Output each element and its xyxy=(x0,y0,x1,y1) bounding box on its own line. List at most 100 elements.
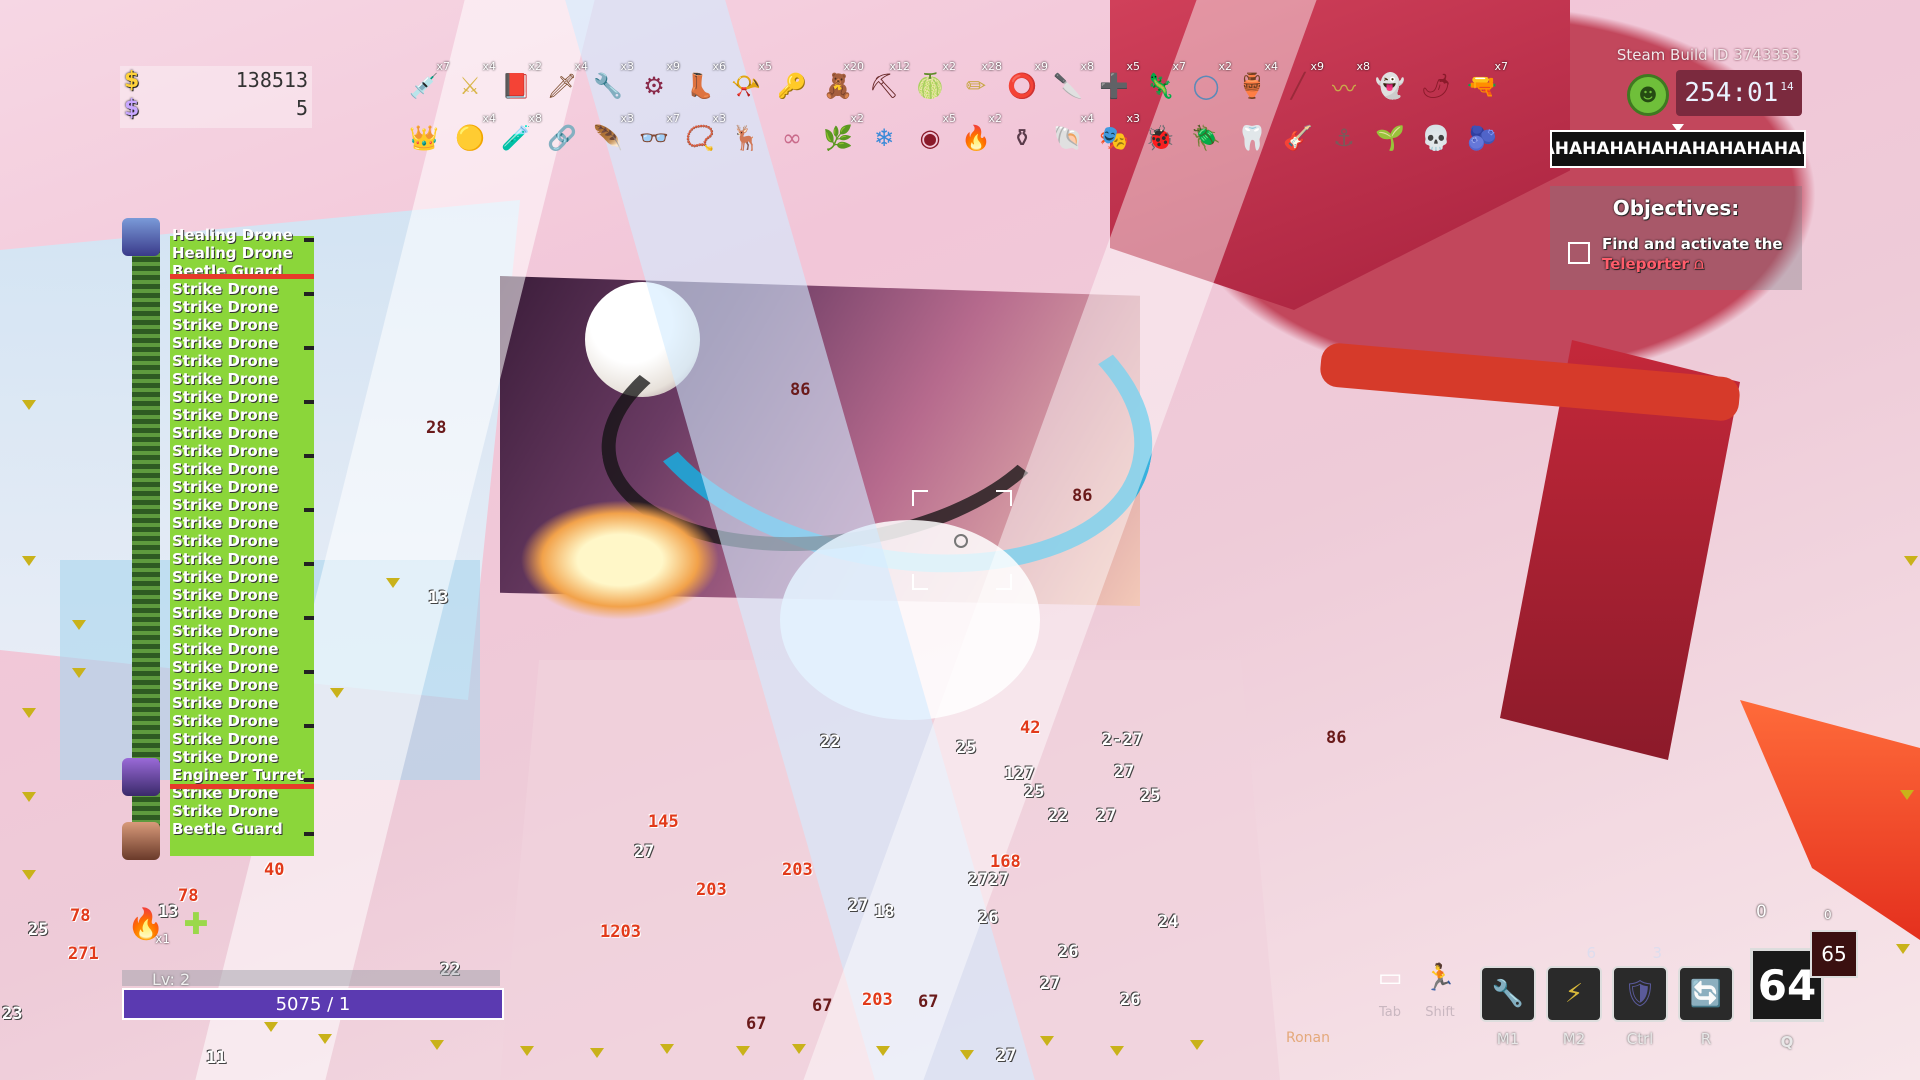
lime-icon[interactable]: 🍈 x2 xyxy=(910,60,956,106)
red-gun-icon[interactable]: 🔫 x7 xyxy=(1462,60,1508,106)
golden-arc-icon[interactable]: 〰 x8 xyxy=(1324,60,1370,106)
bug-icon[interactable]: 🐞 xyxy=(1140,118,1180,158)
ally-name: Healing Drone xyxy=(172,226,293,244)
fang-icon[interactable]: 🦷 xyxy=(1232,118,1272,158)
ally-name: Strike Drone xyxy=(172,280,279,298)
damage-number: 2-27 xyxy=(1102,730,1143,750)
item-stack-count: x2 xyxy=(528,60,542,73)
urn-icon[interactable]: ⚱ xyxy=(1002,118,1042,158)
damage-number: 27 xyxy=(634,842,655,862)
guitar-icon[interactable]: 🎸 xyxy=(1278,118,1318,158)
beetle-icon[interactable]: 🪲 xyxy=(1186,118,1226,158)
halo-icon[interactable]: ◯ x2 xyxy=(1186,60,1232,106)
red-seed-icon[interactable]: 🌶 xyxy=(1416,66,1456,106)
buff-count: x1 xyxy=(155,932,170,946)
item-stack-count: x6 xyxy=(712,60,726,73)
item-stack-count: x9 xyxy=(1034,60,1048,73)
boot-icon[interactable]: 👢 x6 xyxy=(680,60,726,106)
jar-icon[interactable]: 🏺 x4 xyxy=(1232,60,1278,106)
ally-name: Strike Drone xyxy=(172,586,279,604)
item-stack-count: x3 xyxy=(712,112,726,125)
mask-icon[interactable]: 🎭 x3 xyxy=(1094,112,1140,158)
bear-icon[interactable]: 🧸 x20 xyxy=(818,60,864,106)
engineer-turret-portrait-icon xyxy=(122,758,160,796)
item-stack-count: x7 xyxy=(1172,60,1186,73)
beetle-guard-portrait-icon xyxy=(122,822,160,860)
damage-number: 271 xyxy=(68,944,99,964)
red-beam-structure xyxy=(1318,341,1742,423)
crosshair-bracket-icon xyxy=(996,574,1012,590)
health-bar: 5075 / 1 xyxy=(122,988,504,1020)
crossed-blades-icon[interactable]: ⚔ x4 xyxy=(450,60,496,106)
plant-icon[interactable]: 🌿 x2 xyxy=(818,112,864,158)
gold-row: $ 138513 xyxy=(120,66,312,94)
ring-icon[interactable]: ⭕ x9 xyxy=(1002,60,1048,106)
chain-icon[interactable]: 🔗 xyxy=(542,118,582,158)
orange-orb-icon[interactable]: 🔥 x2 xyxy=(956,112,1002,158)
item-stack-count: x4 xyxy=(482,112,496,125)
secondary-skill-icon[interactable]: ⚡ M2 6 xyxy=(1546,944,1602,1048)
keybind-label: M2 xyxy=(1562,1030,1586,1048)
gold-orb-icon[interactable]: 🟡 x4 xyxy=(450,112,496,158)
item-stack-count: x3 xyxy=(620,112,634,125)
dark-orb-icon[interactable]: 🫐 xyxy=(1462,118,1502,158)
ally-name: Strike Drone xyxy=(172,388,279,406)
damage-number: 78 xyxy=(70,906,91,926)
crown-icon[interactable]: 👑 xyxy=(404,118,444,158)
eye-icon[interactable]: ◉ x5 xyxy=(910,112,956,158)
health-value: 5075 / 1 xyxy=(275,993,351,1015)
red-book-icon[interactable]: 📕 x2 xyxy=(496,60,542,106)
ally-name: Beetle Guard xyxy=(172,820,283,838)
wand-icon[interactable]: ✏ x28 xyxy=(956,60,1002,106)
horn-icon[interactable]: 📯 x5 xyxy=(726,60,772,106)
ally-name: Strike Drone xyxy=(172,748,279,766)
pickaxe-icon[interactable]: ⛏ x12 xyxy=(864,60,910,106)
shell-icon[interactable]: 🐚 x4 xyxy=(1048,112,1094,158)
teal-creature-icon[interactable]: 🦎 x7 xyxy=(1140,60,1186,106)
key-icon[interactable]: 🔑 xyxy=(772,66,812,106)
ally-name: Strike Drone xyxy=(172,298,279,316)
ally-name: Strike Drone xyxy=(172,334,279,352)
medkit-icon[interactable]: ➕ x5 xyxy=(1094,60,1140,106)
ping-marker-icon xyxy=(330,688,344,698)
necklace-icon[interactable]: 📿 x3 xyxy=(680,112,726,158)
damage-number: 203 xyxy=(782,860,813,880)
sprint-icon[interactable]: 🏃 Shift xyxy=(1422,960,1458,1020)
needle-icon[interactable]: ╱ x9 xyxy=(1278,60,1324,106)
antlers-icon[interactable]: 🦌 xyxy=(726,118,766,158)
objective-label: Find and activate the xyxy=(1602,235,1783,253)
scoreboard-icon[interactable]: ▭ Tab xyxy=(1372,960,1408,1020)
utility-skill-icon[interactable]: 🛡 Ctrl 3 xyxy=(1612,944,1668,1048)
plants-icon[interactable]: 🌱 xyxy=(1370,118,1410,158)
ally-name: Strike Drone xyxy=(172,550,279,568)
ally-name: Strike Drone xyxy=(172,622,279,640)
damage-number: 25 xyxy=(1024,782,1045,802)
equipment-secondary-stock: 0 xyxy=(1824,908,1832,922)
claw-icon[interactable]: ⚙ x9 xyxy=(634,60,680,106)
skill-stock: 3 xyxy=(1652,944,1662,962)
special-skill-icon[interactable]: 🔄 R xyxy=(1678,966,1734,1048)
ally-health-tick xyxy=(304,616,314,620)
hook-icon[interactable]: ⚓ xyxy=(1324,118,1364,158)
ping-marker-icon xyxy=(22,708,36,718)
primary-skill-icon[interactable]: 🔧 M1 xyxy=(1480,966,1536,1048)
ally-health-tick xyxy=(304,778,314,782)
damage-number: 1203 xyxy=(600,922,641,942)
ping-marker-icon xyxy=(318,1034,332,1044)
ping-marker-icon xyxy=(386,578,400,588)
gold-icon: $ xyxy=(124,67,140,93)
feather-icon[interactable]: 🪶 x3 xyxy=(588,112,634,158)
snowflake-icon[interactable]: ❄ xyxy=(864,118,904,158)
knife-icon[interactable]: 🔪 x8 xyxy=(1048,60,1094,106)
ping-marker-icon xyxy=(1040,1036,1054,1046)
skull-mask-icon[interactable]: 💀 xyxy=(1416,118,1456,158)
ally-name: Strike Drone xyxy=(172,568,279,586)
wrench-icon[interactable]: 🔧 x3 xyxy=(588,60,634,106)
glasses-icon[interactable]: 👓 x7 xyxy=(634,112,680,158)
secondary-equipment-slot[interactable]: 65 xyxy=(1810,930,1858,978)
link-icon[interactable]: ∞ xyxy=(772,118,812,158)
bottle-icon[interactable]: 🧪 x8 xyxy=(496,112,542,158)
ghost-icon[interactable]: 👻 xyxy=(1370,66,1410,106)
dagger-icon[interactable]: 🗡 x4 xyxy=(542,60,588,106)
syringe-icon[interactable]: 💉 x7 xyxy=(404,60,450,106)
